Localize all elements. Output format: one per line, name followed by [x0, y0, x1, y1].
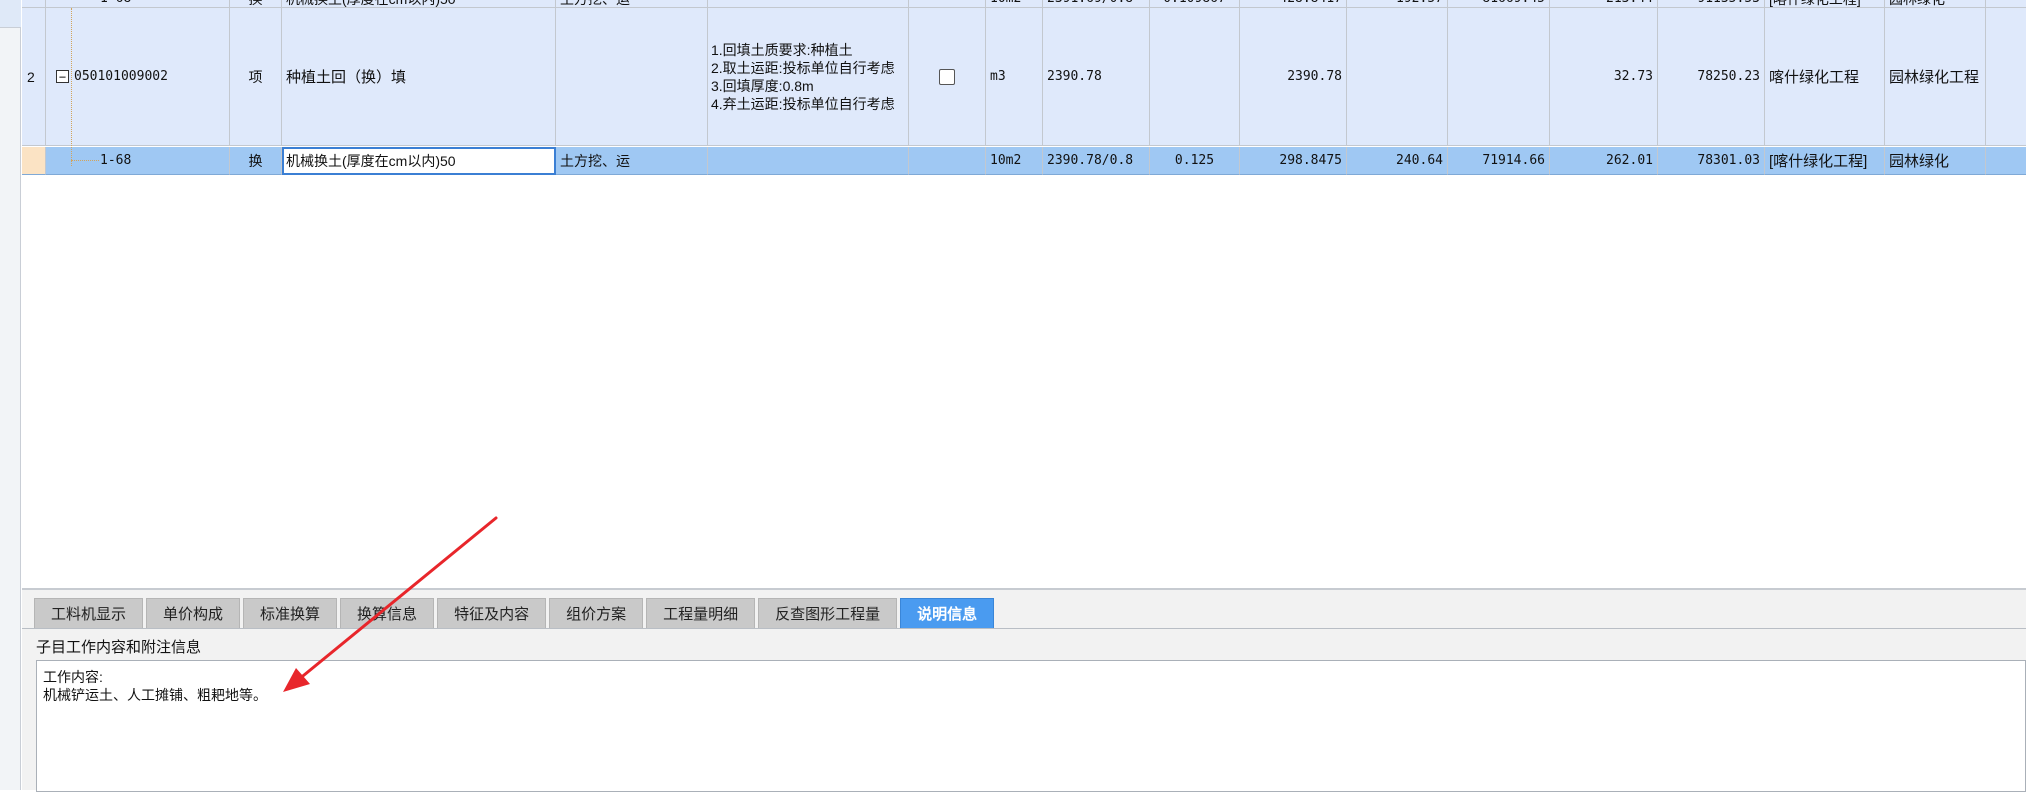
code-cell[interactable]: 1-68: [46, 147, 230, 175]
qty-cell[interactable]: 428.8417: [1240, 0, 1347, 8]
desc-cell[interactable]: 土方挖、运: [556, 147, 708, 175]
panel-section-label: 子目工作内容和附注信息: [36, 639, 202, 656]
memo-line-content: 机械铲运土、人工摊铺、粗耙地等。: [43, 687, 267, 703]
extra-cell[interactable]: [1986, 0, 2026, 8]
tab-bar-divider: [22, 628, 2026, 629]
code-cell[interactable]: − 050101009002: [46, 8, 230, 146]
unit-price-cell[interactable]: 213.44: [1550, 0, 1658, 8]
category-cell[interactable]: 园林绿化: [1885, 0, 1986, 8]
features-cell[interactable]: [708, 147, 909, 175]
quantity-list-grid: 1-68 换 机械换土(厚度在cm以内)50 土方挖、运 10m2 2391.6…: [22, 0, 2026, 590]
tree-connector-line: [71, 8, 72, 166]
amount-cell[interactable]: [1448, 8, 1550, 146]
unit-price-cell[interactable]: 32.73: [1550, 8, 1658, 146]
row-number-cell: [22, 147, 46, 175]
flag-cell[interactable]: [909, 8, 986, 146]
flag-cell[interactable]: [909, 0, 986, 8]
extra-cell[interactable]: [1986, 147, 2026, 175]
left-strip-tab[interactable]: [0, 0, 21, 28]
tab-features-content[interactable]: 特征及内容: [437, 598, 547, 628]
tab-unit-price-composition[interactable]: 单价构成: [146, 598, 241, 628]
type-cell[interactable]: 项: [230, 8, 282, 146]
project-cell[interactable]: [喀什绿化工程]: [1765, 147, 1885, 175]
qty-ratio-cell[interactable]: 0.109867: [1150, 0, 1240, 8]
tab-resource-display[interactable]: 工料机显示: [34, 598, 144, 628]
unit-cell[interactable]: m3: [986, 8, 1043, 146]
tab-reverse-graphic-quantity[interactable]: 反查图形工程量: [758, 598, 898, 628]
qty-expr-cell[interactable]: 2391.69/0.8: [1043, 0, 1150, 8]
qty-cell[interactable]: 298.8475: [1240, 147, 1347, 175]
total-cell[interactable]: 91135.53: [1658, 0, 1765, 8]
total-cell[interactable]: 78250.23: [1658, 8, 1765, 146]
amount-cell[interactable]: 81669.45: [1448, 0, 1550, 8]
price-cell[interactable]: [1347, 8, 1448, 146]
bottom-detail-panel: 工料机显示 单价构成 标准换算 换算信息 特征及内容 组价方案 工程量明细 反查…: [22, 588, 2026, 792]
price-cell[interactable]: 192.57: [1347, 0, 1448, 8]
unit-cell[interactable]: 10m2: [986, 0, 1043, 8]
type-cell[interactable]: 换: [230, 147, 282, 175]
qty-expr-cell[interactable]: 2390.78/0.8: [1043, 147, 1150, 175]
desc-cell[interactable]: [556, 8, 708, 146]
table-row-list-item[interactable]: 2 − 050101009002 项 种植土回（换）填 1.回填土质要求:种植土…: [22, 8, 2026, 146]
features-text: 1.回填土质要求:种植土 2.取土运距:投标单位自行考虑 3.回填厚度:0.8m…: [711, 41, 895, 112]
name-cell[interactable]: 机械换土(厚度在cm以内)50: [282, 0, 556, 8]
features-cell[interactable]: 1.回填土质要求:种植土 2.取土运距:投标单位自行考虑 3.回填厚度:0.8m…: [708, 8, 909, 146]
tab-quantity-details[interactable]: 工程量明细: [646, 598, 756, 628]
table-row-selected[interactable]: 1-68 换 机械换土(厚度在cm以内)50 土方挖、运 10m2 2390.7…: [22, 147, 2026, 175]
amount-cell[interactable]: 71914.66: [1448, 147, 1550, 175]
tab-description-info[interactable]: 说明信息: [900, 598, 995, 628]
features-cell[interactable]: [708, 0, 909, 8]
name-input[interactable]: 机械换土(厚度在cm以内)50: [282, 147, 556, 175]
extra-cell[interactable]: [1986, 8, 2026, 146]
code-cell[interactable]: 1-68: [46, 0, 230, 8]
project-cell[interactable]: 喀什绿化工程: [1765, 8, 1885, 146]
unit-price-cell[interactable]: 262.01: [1550, 147, 1658, 175]
table-row-partial[interactable]: 1-68 换 机械换土(厚度在cm以内)50 土方挖、运 10m2 2391.6…: [22, 0, 2026, 8]
row-number-cell: 2: [22, 8, 46, 146]
detail-tab-bar: 工料机显示 单价构成 标准换算 换算信息 特征及内容 组价方案 工程量明细 反查…: [34, 598, 997, 628]
row-number-cell[interactable]: [22, 0, 46, 8]
left-edge-strip: [0, 0, 21, 790]
qty-ratio-cell[interactable]: [1150, 8, 1240, 146]
tree-connector-branch: [71, 160, 99, 161]
category-cell[interactable]: 园林绿化工程: [1885, 8, 1986, 146]
total-cell[interactable]: 78301.03: [1658, 147, 1765, 175]
memo-line-heading: 工作内容:: [43, 669, 103, 685]
qty-cell[interactable]: 2390.78: [1240, 8, 1347, 146]
item-code: 050101009002: [74, 69, 168, 84]
name-cell[interactable]: 种植土回（换）填: [282, 8, 556, 146]
description-memo-field[interactable]: 工作内容: 机械铲运土、人工摊铺、粗耙地等。: [36, 660, 2026, 792]
category-cell[interactable]: 园林绿化: [1885, 147, 1986, 175]
flag-checkbox[interactable]: [939, 68, 955, 85]
flag-cell[interactable]: [909, 147, 986, 175]
qty-ratio-cell[interactable]: 0.125: [1150, 147, 1240, 175]
price-cell[interactable]: 240.64: [1347, 147, 1448, 175]
type-cell[interactable]: 换: [230, 0, 282, 8]
desc-cell[interactable]: 土方挖、运: [556, 0, 708, 8]
tab-pricing-scheme[interactable]: 组价方案: [549, 598, 644, 628]
project-cell[interactable]: [喀什绿化工程]: [1765, 0, 1885, 8]
unit-cell[interactable]: 10m2: [986, 147, 1043, 175]
tab-conversion-info[interactable]: 换算信息: [340, 598, 435, 628]
qty-expr-cell[interactable]: 2390.78: [1043, 8, 1150, 146]
tab-standard-conversion[interactable]: 标准换算: [243, 598, 338, 628]
collapse-toggle-icon[interactable]: −: [56, 70, 69, 83]
